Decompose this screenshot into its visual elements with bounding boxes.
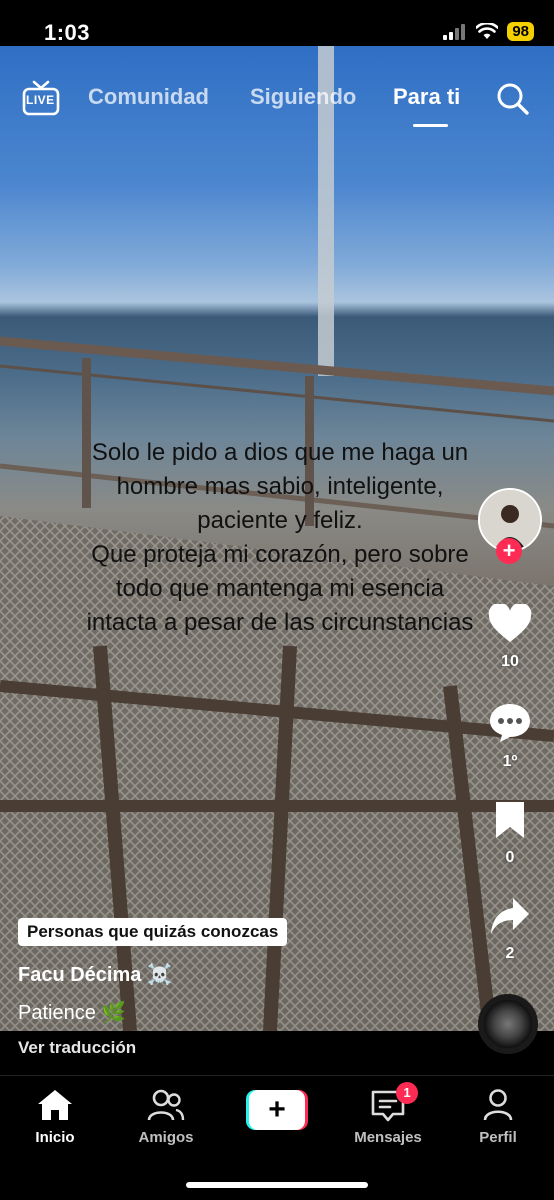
create-button[interactable]: + xyxy=(246,1090,308,1130)
create-icon: + xyxy=(249,1090,305,1130)
music-disc[interactable] xyxy=(478,994,538,1054)
suggestion-chip[interactable]: Personas que quizás conozcas xyxy=(18,918,288,946)
like-button[interactable]: 10 xyxy=(470,602,550,671)
heart-icon xyxy=(488,602,532,642)
nav-label: Mensajes xyxy=(354,1129,422,1146)
profile-icon xyxy=(483,1089,513,1121)
comment-icon xyxy=(490,704,530,742)
nav-friends[interactable]: Amigos xyxy=(116,1088,216,1146)
save-button[interactable]: 0 xyxy=(470,800,550,867)
tab-para-ti[interactable]: Para ti xyxy=(393,84,460,110)
live-label: LIVE xyxy=(26,93,55,107)
nav-messages[interactable]: 1 Mensajes xyxy=(338,1082,438,1146)
comment-count: 1º xyxy=(502,753,518,770)
like-count: 10 xyxy=(501,653,519,670)
caption-line: Que proteja mi corazón, pero sobre xyxy=(91,541,469,568)
active-tab-indicator xyxy=(413,124,448,127)
follow-button[interactable]: + xyxy=(496,538,522,564)
nav-label: Amigos xyxy=(138,1129,194,1146)
nav-label: Perfil xyxy=(479,1129,517,1146)
nav-home[interactable]: Inicio xyxy=(5,1088,105,1146)
caption-line: todo que mantenga mi esencia xyxy=(115,575,445,602)
caption-line: intacta a pesar de las circunstancias xyxy=(86,609,474,636)
caption-line: paciente y feliz. xyxy=(197,507,363,534)
share-count: 2 xyxy=(505,945,515,962)
battery-indicator: 98 xyxy=(507,22,534,41)
caption-line: hombre mas sabio, inteligente, xyxy=(116,473,444,500)
search-icon[interactable] xyxy=(496,82,530,116)
status-icons: 98 xyxy=(443,22,534,41)
nav-label: Inicio xyxy=(35,1129,75,1146)
translate-link[interactable]: Ver traducción xyxy=(18,1038,136,1058)
signal-icon xyxy=(443,23,466,40)
tab-siguiendo[interactable]: Siguiendo xyxy=(250,84,356,110)
nav-profile[interactable]: Perfil xyxy=(448,1088,548,1146)
home-icon xyxy=(38,1090,72,1120)
share-icon xyxy=(491,898,529,934)
wifi-icon xyxy=(476,23,499,39)
messages-badge: 1 xyxy=(396,1082,418,1104)
caption-line: Solo le pido a dios que me haga un xyxy=(91,439,469,466)
bookmark-icon xyxy=(496,802,524,838)
comment-button[interactable]: 1º xyxy=(470,702,550,771)
post-description[interactable]: Patience 🌿 xyxy=(18,1000,126,1025)
share-button[interactable]: 2 xyxy=(470,896,550,963)
tab-comunidad[interactable]: Comunidad xyxy=(88,84,209,110)
status-time: 1:03 xyxy=(44,20,91,45)
home-indicator[interactable] xyxy=(186,1182,368,1188)
video-caption: Solo le pido a dios que me haga un hombr… xyxy=(30,436,530,640)
creator-username[interactable]: Facu Décima ☠️ xyxy=(18,962,172,987)
status-bar: 1:03 98 xyxy=(0,0,554,46)
friends-icon xyxy=(147,1089,185,1121)
save-count: 0 xyxy=(505,849,515,866)
